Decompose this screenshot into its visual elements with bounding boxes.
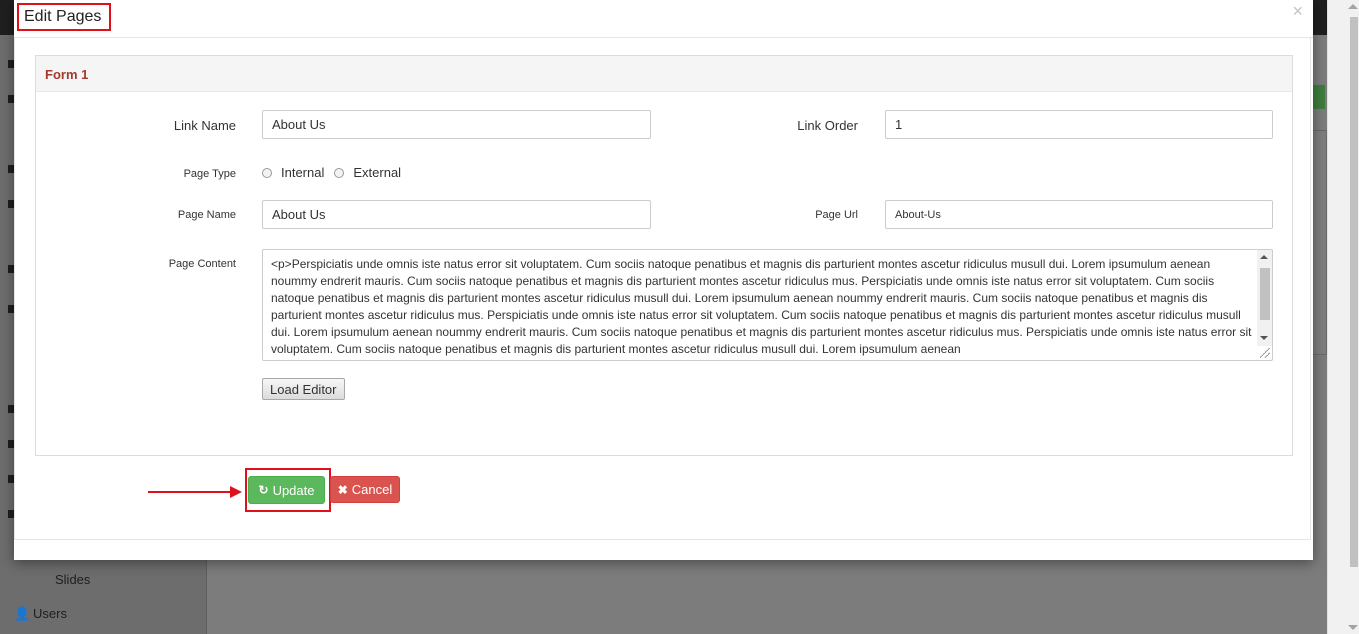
textarea-scrollbar[interactable] — [1257, 250, 1272, 346]
cancel-button-label: Cancel — [351, 482, 393, 497]
link-order-label: Link Order — [797, 118, 858, 133]
cancel-button[interactable]: ✖ Cancel — [330, 476, 400, 503]
panel-title: Form 1 — [36, 56, 1292, 92]
times-icon: ✖ — [337, 482, 348, 497]
user-icon: 👤 — [14, 606, 31, 621]
link-name-label: Link Name — [173, 118, 236, 133]
page-type-radio-group: Internal External — [262, 165, 411, 180]
form-body: Link Name About Us Link Order 1 Page Typ… — [36, 92, 1292, 455]
page-name-label: Page Name — [177, 209, 236, 221]
page-type-label: Page Type — [183, 168, 236, 180]
link-name-input[interactable]: About Us — [262, 110, 651, 139]
load-editor-button[interactable]: Load Editor — [262, 378, 345, 400]
scroll-up-icon[interactable] — [1260, 255, 1268, 259]
form-panel: Form 1 Link Name About Us Link Order 1 P… — [35, 55, 1293, 456]
annotation-arrow-head — [230, 486, 242, 498]
scroll-thumb[interactable] — [1350, 17, 1358, 567]
scroll-up-icon[interactable] — [1348, 4, 1358, 9]
modal-header: Edit Pages × — [14, 0, 1313, 38]
update-button[interactable]: ↻ Update — [248, 476, 325, 504]
edit-pages-modal: Edit Pages × Form 1 Link Name About Us L… — [14, 0, 1313, 560]
page-scrollbar[interactable] — [1327, 0, 1359, 634]
link-order-input[interactable]: 1 — [885, 110, 1273, 139]
scroll-down-icon[interactable] — [1348, 625, 1358, 630]
update-button-label: Update — [272, 482, 315, 498]
page-name-input[interactable]: About Us — [262, 200, 651, 229]
sidebar-item-slides[interactable]: Slides — [55, 572, 90, 587]
page-content-label: Page Content — [168, 258, 236, 270]
page-url-input[interactable]: About-Us — [885, 200, 1273, 229]
page-type-external-radio[interactable] — [334, 167, 345, 178]
annotation-arrow — [148, 491, 232, 493]
refresh-icon: ↻ — [258, 483, 269, 497]
background-panel — [1313, 130, 1327, 355]
page-content-textarea[interactable]: <p>Perspiciatis unde omnis iste natus er… — [262, 249, 1273, 361]
close-icon[interactable]: × — [1292, 1, 1303, 21]
page-url-label: Page Url — [815, 209, 858, 221]
scroll-down-icon[interactable] — [1260, 336, 1268, 340]
page-type-internal-label[interactable]: Internal — [281, 165, 324, 180]
page-type-internal-radio[interactable] — [262, 167, 272, 178]
scroll-thumb[interactable] — [1260, 268, 1270, 320]
resize-handle-icon[interactable] — [1260, 348, 1270, 358]
sidebar-item-users[interactable]: Users — [33, 606, 67, 621]
page-content-text[interactable]: <p>Perspiciatis unde omnis iste natus er… — [271, 256, 1253, 358]
modal-title: Edit Pages — [17, 3, 112, 31]
modal-body: Form 1 Link Name About Us Link Order 1 P… — [14, 38, 1311, 540]
background-add-button — [1313, 85, 1325, 109]
page-type-external-label[interactable]: External — [353, 165, 401, 180]
